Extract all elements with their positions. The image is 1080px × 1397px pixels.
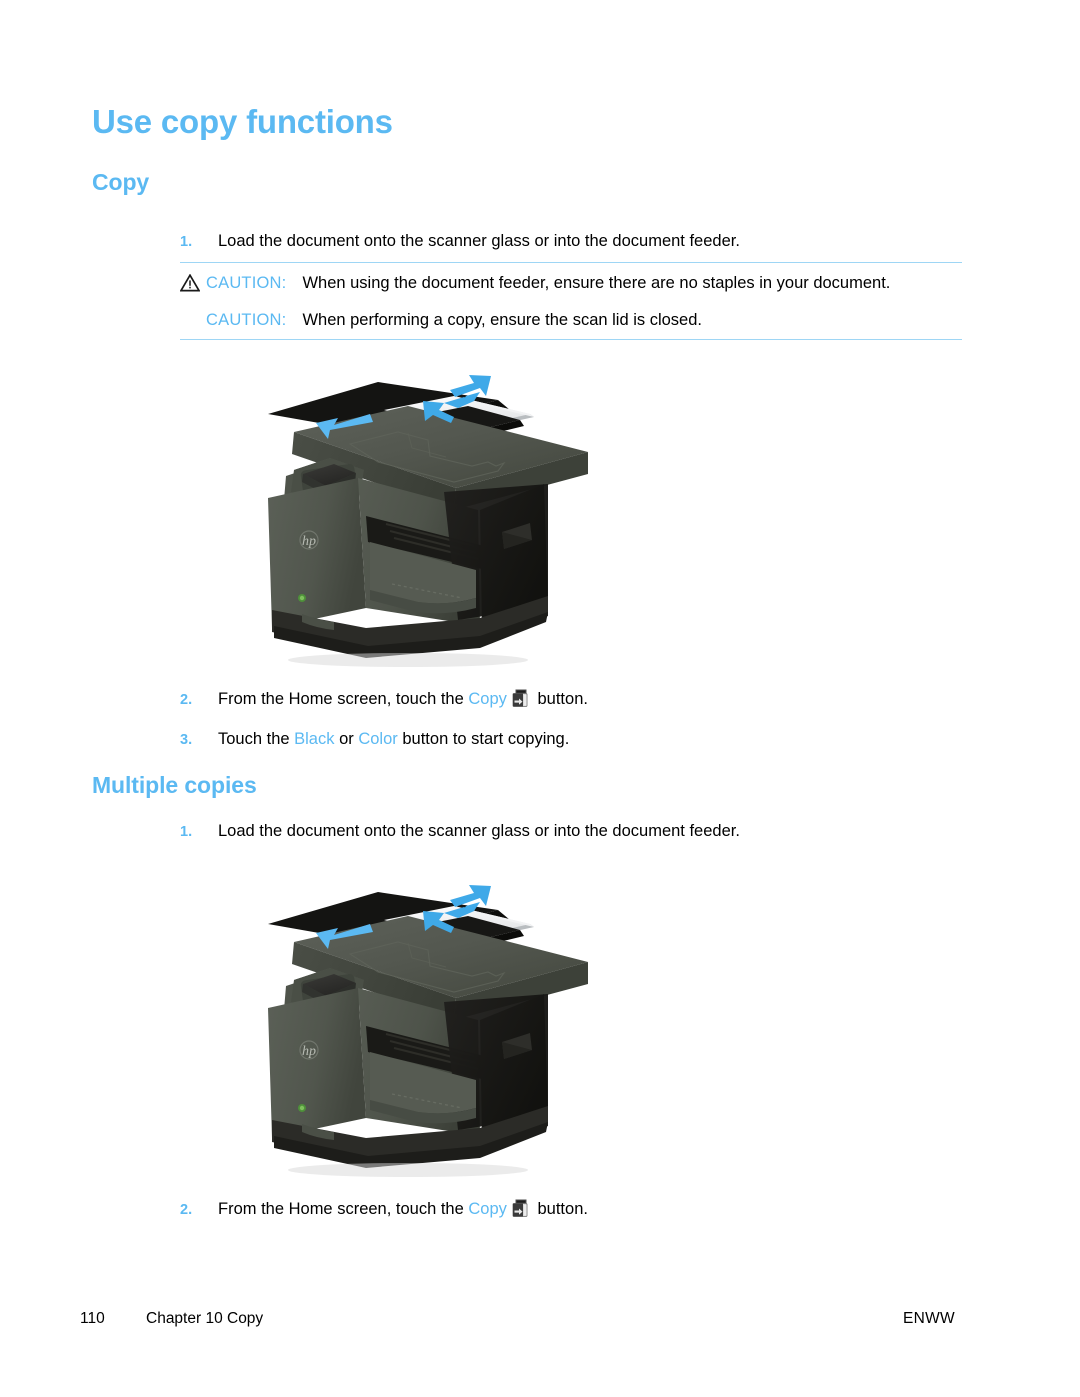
step-text-before: Touch the: [218, 730, 295, 748]
caution-text: When performing a copy, ensure the scan …: [302, 311, 702, 329]
step-number: 1.: [180, 234, 193, 250]
warning-triangle-icon: [180, 272, 206, 292]
document-page: Use copy functions Copy 1. Load the docu…: [0, 0, 1080, 1397]
caution-text: When using the document feeder, ensure t…: [302, 274, 891, 292]
printer-illustration: hp: [258, 370, 608, 672]
copy-link[interactable]: Copy: [468, 1200, 507, 1218]
step-number: 3.: [180, 732, 193, 748]
section-heading-copy: Copy: [92, 169, 150, 195]
step-item: 3. Touch the Black or Color button to st…: [180, 729, 569, 751]
step-item: 1. Load the document onto the scanner gl…: [180, 821, 740, 843]
step-text: From the Home screen, touch the Copy but…: [218, 688, 588, 710]
section-heading-multiple-copies: Multiple copies: [92, 772, 257, 798]
page-footer: 110 Chapter 10 Copy ENWW: [0, 1310, 1080, 1334]
svg-text:hp: hp: [302, 1044, 316, 1059]
caution-icon-spacer: [180, 309, 206, 311]
page-title: Use copy functions: [92, 103, 393, 140]
copy-button-icon: [510, 1198, 530, 1218]
footer-locale: ENWW: [903, 1310, 955, 1327]
printer-illustration: hp: [258, 880, 608, 1182]
step-text-mid: or: [334, 730, 359, 748]
step-item: 1. Load the document onto the scanner gl…: [180, 231, 740, 253]
step-text-before: From the Home screen, touch the: [218, 1200, 469, 1218]
step-text: Load the document onto the scanner glass…: [218, 822, 740, 840]
black-link[interactable]: Black: [294, 730, 334, 748]
step-text-after: button.: [532, 690, 588, 708]
color-link[interactable]: Color: [358, 730, 397, 748]
caution-label: CAUTION:: [206, 274, 287, 292]
step-text: Load the document onto the scanner glass…: [218, 232, 740, 250]
step-number: 2.: [180, 1202, 193, 1218]
svg-text:hp: hp: [302, 534, 316, 549]
step-text-after: button to start copying.: [397, 730, 570, 748]
step-item: 2. From the Home screen, touch the Copy …: [180, 1198, 588, 1221]
footer-page-number: 110: [80, 1310, 105, 1327]
step-number: 2.: [180, 692, 193, 708]
footer-chapter: Chapter 10 Copy: [146, 1310, 264, 1327]
step-text-before: From the Home screen, touch the: [218, 690, 469, 708]
caution-row: CAUTION: When performing a copy, ensure …: [180, 309, 962, 331]
step-item: 2. From the Home screen, touch the Copy …: [180, 688, 588, 711]
caution-block: CAUTION: When using the document feeder,…: [180, 262, 962, 340]
step-text-after: button.: [532, 1200, 588, 1218]
copy-button-icon: [510, 688, 530, 708]
step-text: Touch the Black or Color button to start…: [218, 729, 569, 750]
step-number: 1.: [180, 824, 193, 840]
caution-row: CAUTION: When using the document feeder,…: [180, 272, 962, 294]
step-text: From the Home screen, touch the Copy but…: [218, 1198, 588, 1220]
caution-label: CAUTION:: [206, 311, 287, 329]
copy-link[interactable]: Copy: [468, 690, 507, 708]
